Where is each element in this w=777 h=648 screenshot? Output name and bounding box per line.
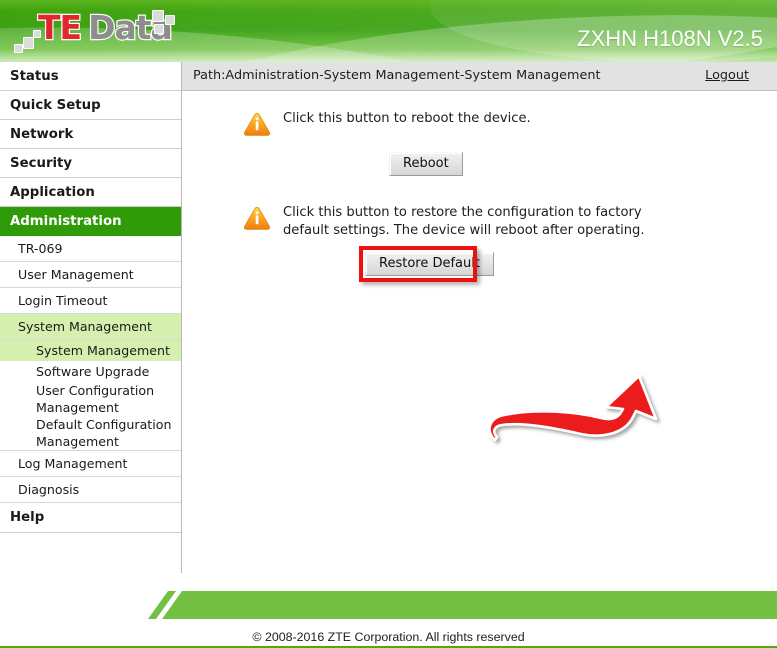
- page-footer: © 2008-2016 ZTE Corporation. All rights …: [0, 573, 777, 648]
- sidebar-item-user-management[interactable]: User Management: [0, 262, 181, 288]
- logo-text-te: TE: [37, 7, 83, 48]
- sidebar-leaf-default-configuration-management[interactable]: Default Configuration Management: [0, 416, 181, 450]
- warning-triangle-info-icon: [243, 206, 271, 230]
- sidebar-item-security[interactable]: Security: [0, 149, 181, 178]
- sidebar-leaf-system-management[interactable]: System Management: [0, 340, 181, 361]
- restore-info-row: Click this button to restore the configu…: [243, 204, 683, 240]
- reboot-info-row: Click this button to reboot the device.: [243, 110, 531, 137]
- breadcrumb-path-bar: Path:Administration-System Management-Sy…: [182, 62, 777, 91]
- warning-triangle-info-icon: [243, 112, 271, 136]
- main-content: Click this button to reboot the device. …: [183, 92, 777, 573]
- reboot-button[interactable]: Reboot: [389, 152, 463, 176]
- sidebar-leaf-user-configuration-management[interactable]: User Configuration Management: [0, 382, 181, 416]
- sidebar-item-diagnosis[interactable]: Diagnosis: [0, 477, 181, 503]
- page-header: TE Data ZXHN H108N V2.5: [0, 0, 777, 62]
- te-data-logo[interactable]: TE Data: [14, 6, 184, 58]
- restore-description: Click this button to restore the configu…: [283, 205, 645, 238]
- sidebar-item-log-management[interactable]: Log Management: [0, 451, 181, 477]
- sidebar-subgroup-system-management: System Management Software Upgrade User …: [0, 340, 181, 451]
- copyright-text: © 2008-2016 ZTE Corporation. All rights …: [252, 630, 525, 644]
- device-model-label: ZXHN H108N V2.5: [577, 26, 763, 51]
- sidebar-item-status[interactable]: Status: [0, 62, 181, 91]
- sidebar-item-application[interactable]: Application: [0, 178, 181, 207]
- annotation-arrow-icon: [488, 374, 658, 442]
- sidebar-navigation: Status Quick Setup Network Security Appl…: [0, 62, 182, 573]
- sidebar-item-system-management[interactable]: System Management: [0, 314, 181, 340]
- sidebar-item-tr-069[interactable]: TR-069: [0, 236, 181, 262]
- sidebar-item-administration[interactable]: Administration: [0, 207, 181, 236]
- router-admin-page: TE Data ZXHN H108N V2.5 Path:Administrati…: [0, 0, 777, 648]
- sidebar-item-quick-setup[interactable]: Quick Setup: [0, 91, 181, 120]
- breadcrumb: Path:Administration-System Management-Sy…: [193, 68, 601, 83]
- logout-link[interactable]: Logout: [705, 68, 749, 83]
- reboot-description: Click this button to reboot the device.: [283, 111, 531, 126]
- sidebar-item-help[interactable]: Help: [0, 503, 181, 533]
- footer-green-band: [148, 591, 777, 619]
- restore-default-group: Restore Default: [359, 246, 494, 282]
- restore-default-button[interactable]: Restore Default: [365, 252, 494, 276]
- sidebar-item-network[interactable]: Network: [0, 120, 181, 149]
- sidebar-leaf-software-upgrade[interactable]: Software Upgrade: [0, 361, 181, 382]
- sidebar-item-login-timeout[interactable]: Login Timeout: [0, 288, 181, 314]
